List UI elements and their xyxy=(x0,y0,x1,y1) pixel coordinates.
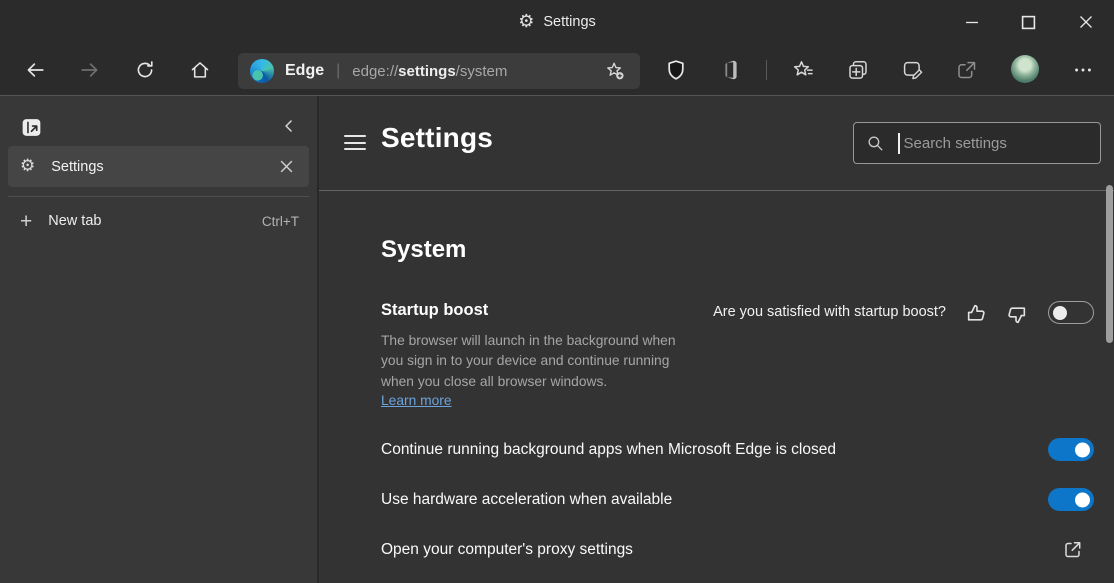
edge-logo-icon xyxy=(250,59,274,83)
office-extension-icon[interactable] xyxy=(716,55,746,85)
tab-label: Settings xyxy=(51,159,103,175)
settings-page: Settings System Startup boost The browse… xyxy=(319,96,1114,583)
settings-gear-icon: ⚙ xyxy=(518,13,534,31)
web-capture-icon[interactable] xyxy=(898,55,928,85)
url-path: /system xyxy=(456,63,508,80)
startup-boost-title: Startup boost xyxy=(381,301,488,320)
thumbs-up-icon[interactable] xyxy=(962,299,992,329)
adblock-extension-icon[interactable] xyxy=(661,55,691,85)
startup-boost-description: The browser will launch in the backgroun… xyxy=(381,331,693,392)
refresh-button[interactable] xyxy=(130,55,160,85)
collapse-pane-icon[interactable] xyxy=(275,112,303,140)
address-bar[interactable]: Edge | edge://settings/system xyxy=(238,53,640,89)
settings-menu-icon[interactable] xyxy=(344,135,366,150)
plus-icon: + xyxy=(20,211,32,232)
header-divider xyxy=(319,190,1114,191)
background-apps-label: Continue running background apps when Mi… xyxy=(381,441,836,459)
favorites-icon[interactable] xyxy=(788,55,818,85)
settings-and-more-icon[interactable] xyxy=(1068,55,1098,85)
window-title-text: Settings xyxy=(543,14,595,30)
window-title: ⚙ Settings xyxy=(518,0,596,44)
navigation-bar: Edge | edge://settings/system xyxy=(0,44,1114,96)
hardware-acceleration-toggle[interactable] xyxy=(1048,488,1094,511)
gear-icon: ⚙ xyxy=(20,158,35,175)
back-button[interactable] xyxy=(20,55,50,85)
url-scheme: edge:// xyxy=(352,63,398,80)
sidebar-divider xyxy=(8,196,309,197)
proxy-settings-label: Open your computer's proxy settings xyxy=(381,541,633,559)
text-caret xyxy=(898,133,900,154)
url-host: settings xyxy=(398,63,456,80)
learn-more-link[interactable]: Learn more xyxy=(381,393,452,408)
profile-avatar[interactable] xyxy=(1011,55,1039,83)
maximize-button[interactable] xyxy=(1000,0,1057,44)
home-button[interactable] xyxy=(185,55,215,85)
scrollbar-thumb[interactable] xyxy=(1106,185,1113,343)
hardware-acceleration-label: Use hardware acceleration when available xyxy=(381,491,672,509)
section-title: System xyxy=(381,236,466,264)
collections-icon[interactable] xyxy=(843,55,873,85)
search-input[interactable] xyxy=(902,134,1089,153)
new-tab-label: New tab xyxy=(48,213,101,229)
address-site-name: Edge xyxy=(285,62,324,80)
address-separator: | xyxy=(336,62,340,80)
toolbar-separator xyxy=(766,60,767,80)
feedback-question: Are you satisfied with startup boost? xyxy=(713,304,946,320)
new-tab-button[interactable]: + New tab Ctrl+T xyxy=(0,200,317,242)
startup-boost-toggle[interactable] xyxy=(1048,301,1094,324)
search-settings-box[interactable] xyxy=(853,122,1101,164)
window-controls xyxy=(943,0,1114,44)
title-bar: ⚙ Settings xyxy=(0,0,1114,44)
share-icon[interactable] xyxy=(952,55,982,85)
browser-window: ⚙ Settings Ed xyxy=(0,0,1114,583)
search-icon xyxy=(866,134,885,153)
address-url: edge://settings/system xyxy=(352,63,507,80)
new-tab-shortcut: Ctrl+T xyxy=(262,214,299,229)
minimize-button[interactable] xyxy=(943,0,1000,44)
open-external-icon[interactable] xyxy=(1059,536,1087,564)
add-favorite-icon[interactable] xyxy=(602,58,628,84)
thumbs-down-icon[interactable] xyxy=(1001,299,1031,329)
close-tab-icon[interactable] xyxy=(275,156,297,178)
tab-actions-menu-icon[interactable] xyxy=(16,112,46,142)
vertical-tabs-sidebar: ⚙ Settings + New tab Ctrl+T xyxy=(0,96,318,583)
background-apps-toggle[interactable] xyxy=(1048,438,1094,461)
sidebar-tab-settings[interactable]: ⚙ Settings xyxy=(8,146,309,187)
forward-button[interactable] xyxy=(75,55,105,85)
page-title: Settings xyxy=(381,122,493,154)
close-window-button[interactable] xyxy=(1057,0,1114,44)
